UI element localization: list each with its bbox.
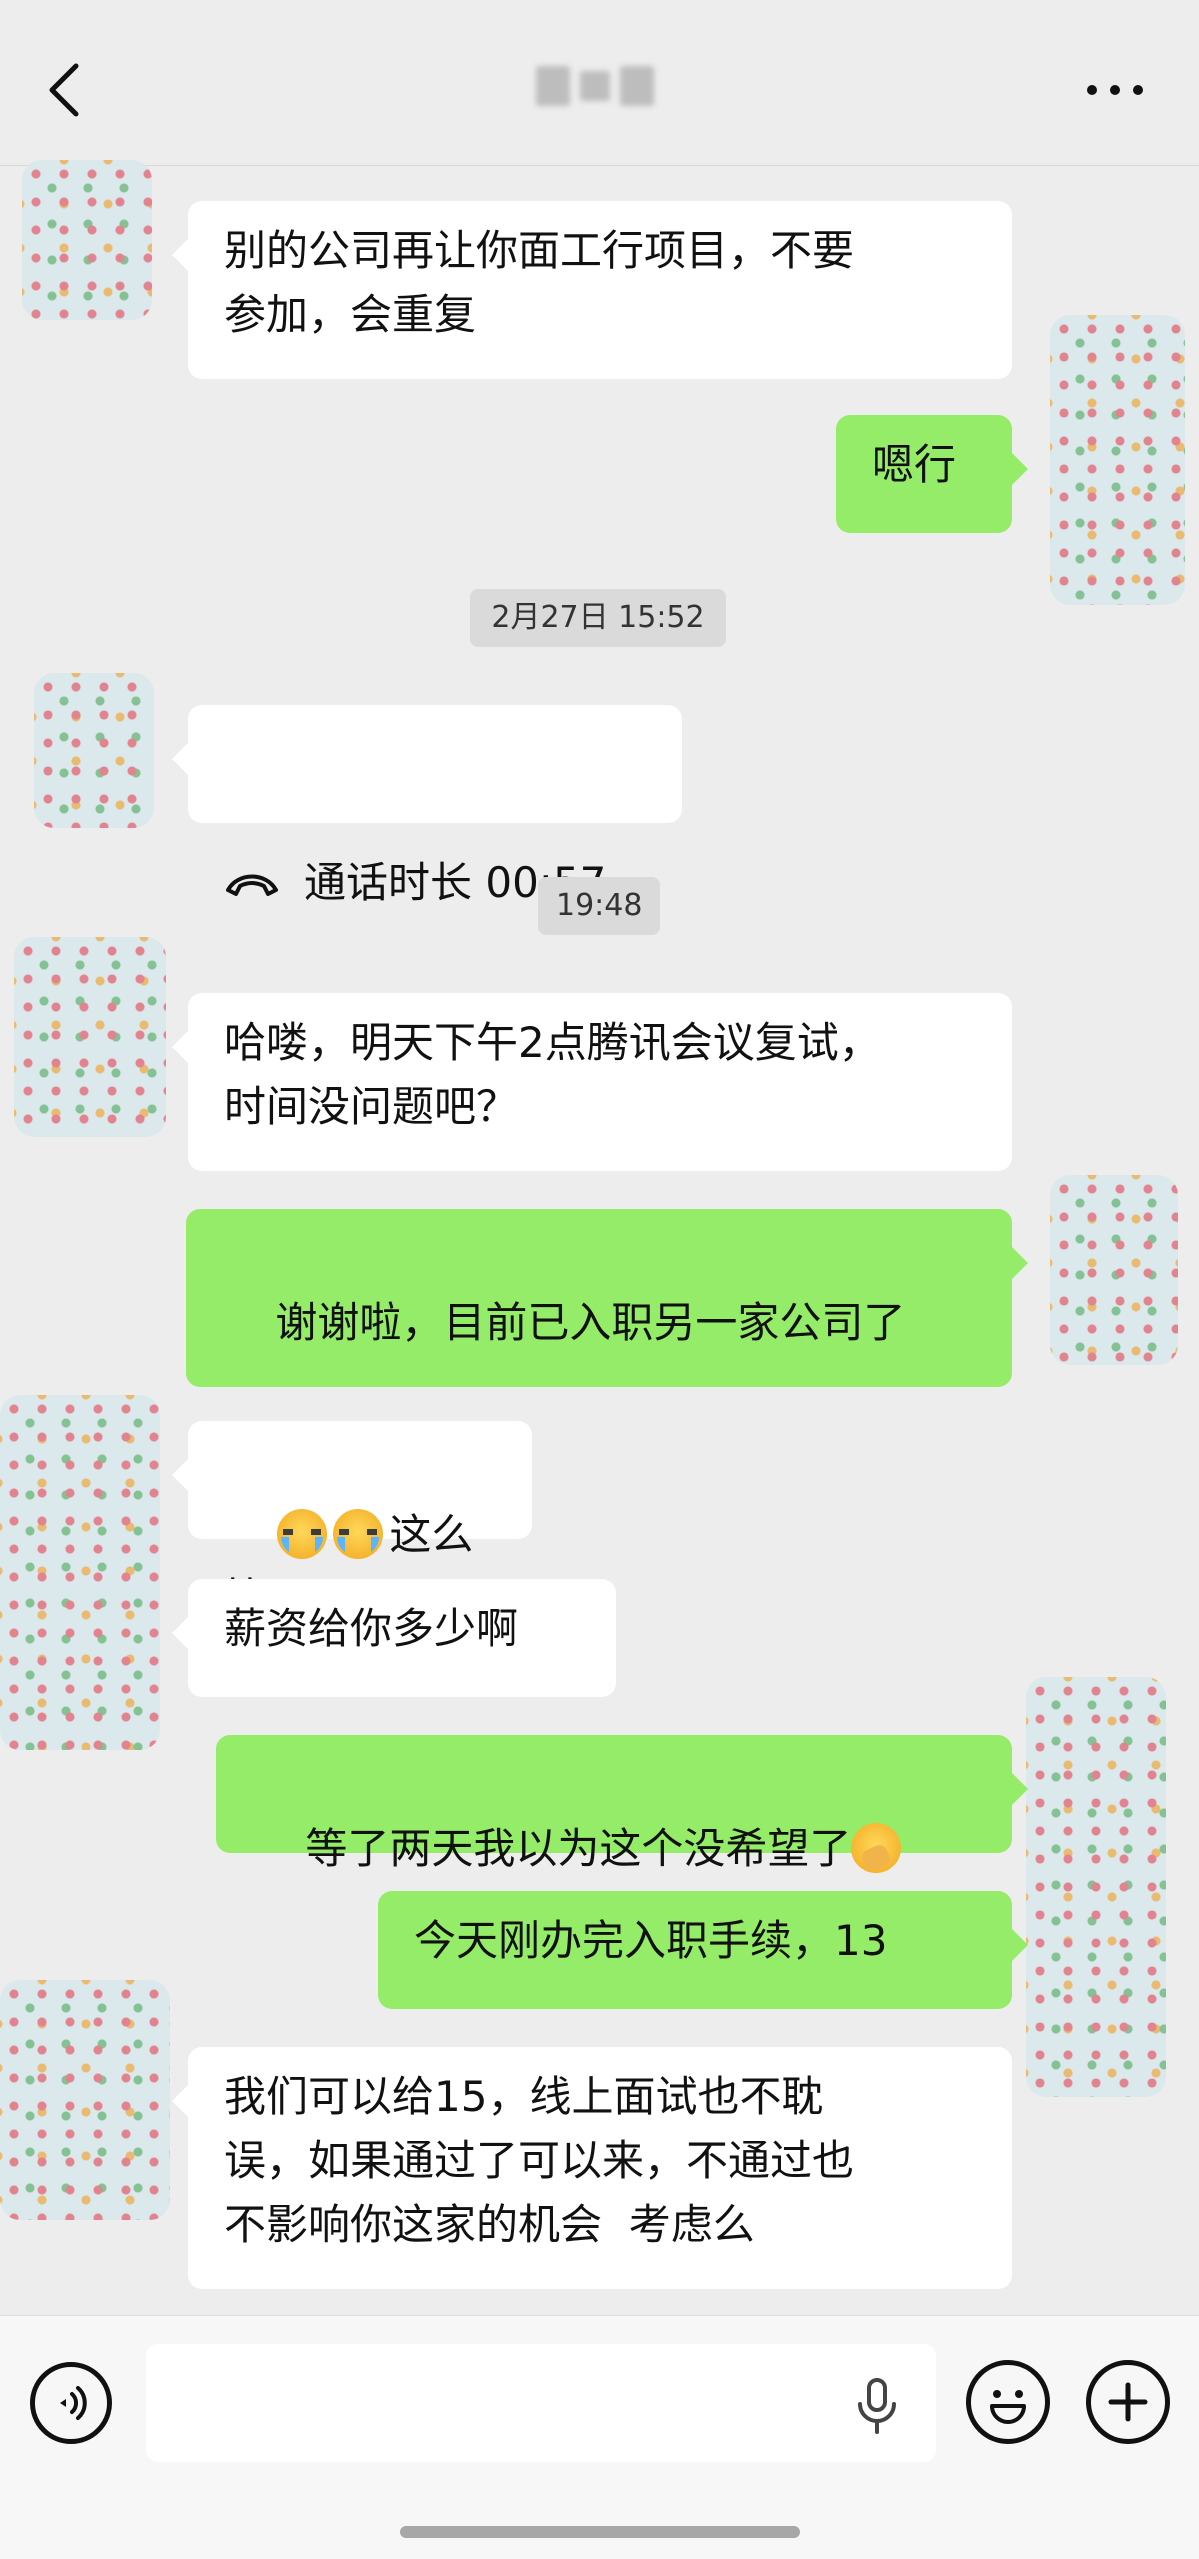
voice-input-button[interactable] bbox=[30, 2362, 112, 2444]
emoji-button[interactable] bbox=[966, 2360, 1050, 2444]
plus-icon bbox=[1108, 2382, 1148, 2422]
more-options-button[interactable] bbox=[1080, 70, 1150, 110]
message-timestamp: 19:48 bbox=[538, 877, 660, 935]
message-text-input[interactable] bbox=[146, 2344, 936, 2462]
microphone-icon bbox=[858, 2378, 896, 2434]
microphone-button[interactable] bbox=[852, 2376, 902, 2436]
self-avatar[interactable] bbox=[1050, 315, 1185, 605]
incoming-message[interactable]: 哈喽，明天下午2点腾讯会议复试， 时间没问题吧？ bbox=[172, 993, 1012, 1171]
contact-avatar[interactable] bbox=[14, 937, 166, 1137]
incoming-message[interactable]: 别的公司再让你面工行项目，不要 参加，会重复 bbox=[172, 201, 1012, 379]
chat-header bbox=[0, 0, 1199, 166]
contact-avatar[interactable] bbox=[34, 673, 154, 828]
contact-avatar[interactable] bbox=[0, 1395, 160, 1750]
call-record-message[interactable]: 通话时长 00:57 bbox=[172, 705, 682, 907]
facepalm-emoji bbox=[851, 1823, 902, 1873]
message-timestamp: 2月27日 15:52 bbox=[470, 589, 726, 647]
chevron-left-icon bbox=[49, 63, 79, 117]
outgoing-message[interactable]: 谢谢啦，目前已入职另一家公司了 bbox=[186, 1209, 1028, 1473]
more-horizontal-icon bbox=[1087, 85, 1143, 95]
self-avatar[interactable] bbox=[1050, 1175, 1178, 1365]
voice-input-icon bbox=[60, 2386, 87, 2420]
incoming-message[interactable]: 薪资给你多少啊 bbox=[172, 1579, 616, 1697]
outgoing-message-text: 谢谢啦，目前已入职另一家公司了 bbox=[275, 1298, 906, 1347]
crying-emoji bbox=[333, 1509, 384, 1559]
outgoing-message[interactable]: 嗯行 bbox=[836, 415, 1028, 533]
outgoing-message[interactable]: 今天刚办完入职手续，13 bbox=[378, 1891, 1028, 2009]
back-button[interactable] bbox=[40, 60, 90, 120]
home-indicator[interactable] bbox=[400, 2526, 800, 2538]
outgoing-message-text: 等了两天我以为这个没希望了 bbox=[305, 1824, 852, 1873]
message-input-bar bbox=[0, 2315, 1199, 2559]
outgoing-message[interactable]: 等了两天我以为这个没希望了 bbox=[216, 1735, 1028, 1873]
incoming-message[interactable]: 我们可以给15，线上面试也不耽 误，如果通过了可以来，不通过也 不影响你这家的机… bbox=[172, 2047, 1012, 2289]
contact-avatar[interactable] bbox=[22, 160, 152, 320]
contact-name-blurred bbox=[520, 62, 670, 110]
phone-hangup-icon bbox=[226, 874, 278, 896]
crying-emoji bbox=[277, 1509, 328, 1559]
emoji-icon bbox=[990, 2390, 1026, 2424]
incoming-message[interactable]: 这么快 bbox=[172, 1421, 532, 1623]
add-button[interactable] bbox=[1086, 2360, 1170, 2444]
self-avatar[interactable] bbox=[1026, 1677, 1166, 2097]
contact-avatar[interactable] bbox=[0, 1980, 170, 2220]
chat-area[interactable]: 别的公司再让你面工行项目，不要 参加，会重复 嗯行 2月27日 15:52 通话… bbox=[0, 160, 1199, 2315]
